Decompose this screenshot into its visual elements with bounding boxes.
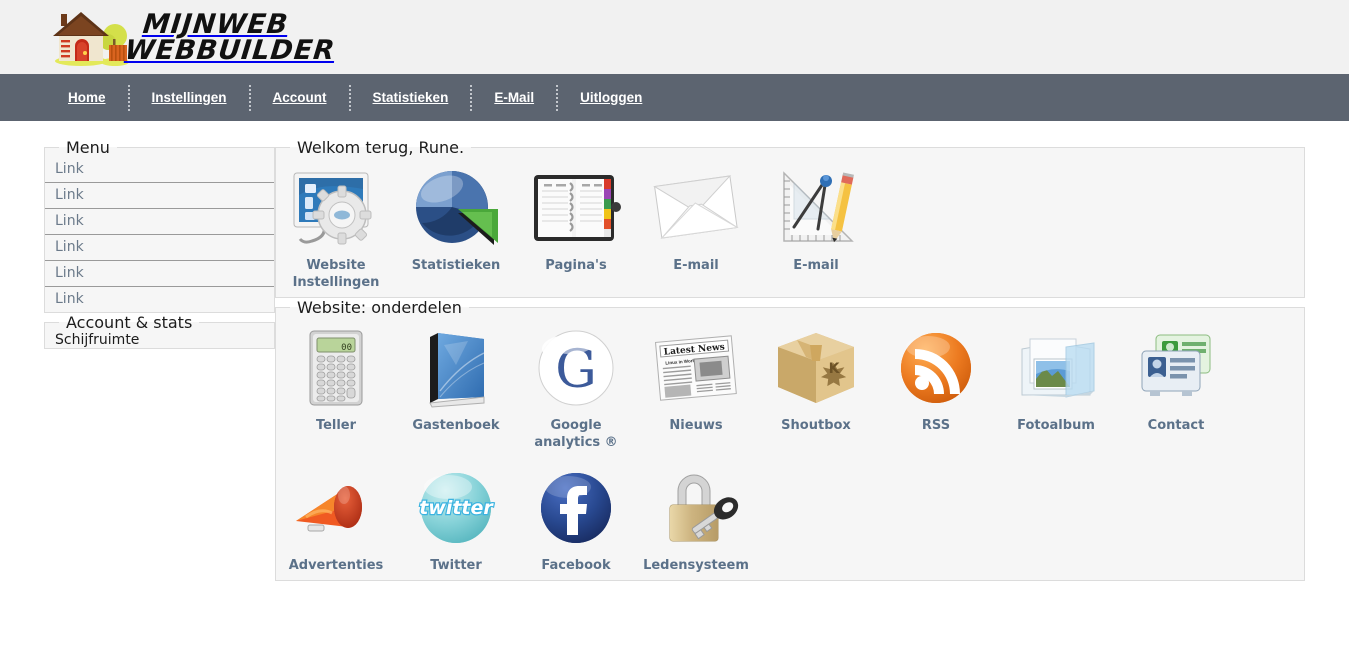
tile-label: Gastenboek	[412, 418, 500, 433]
sidebar: Menu Link Link Link Link Link Link Accou…	[0, 129, 275, 349]
blue-book-icon	[429, 333, 485, 408]
tile-label: Pagina's	[545, 258, 607, 273]
tile-email-1[interactable]: E-mail	[636, 157, 756, 297]
tile-label: Fotoalbum	[1017, 418, 1095, 433]
list-item[interactable]: Link	[45, 235, 274, 261]
menu-link-4[interactable]: Link	[55, 239, 84, 255]
tile-label: Website Instellingen	[292, 258, 380, 290]
tile-label: RSS	[921, 418, 951, 433]
tile-label: E-mail	[673, 258, 719, 273]
tile-email-2[interactable]: E-mail	[756, 157, 876, 297]
main-navigation: Home Instellingen Account Statistieken E…	[0, 74, 1349, 121]
onderdelen-legend: Website: onderdelen	[297, 298, 462, 317]
tile-google-analytics[interactable]: G Google analytics ®	[516, 317, 636, 457]
welcome-legend: Welkom terug, Rune.	[297, 138, 465, 157]
list-item[interactable]: Link	[45, 287, 274, 312]
tile-label: Twitter	[430, 558, 482, 573]
facebook-icon	[541, 473, 611, 543]
menu-link-6[interactable]: Link	[55, 291, 84, 307]
contact-card-icon	[1141, 334, 1211, 396]
list-item[interactable]: Link	[45, 209, 274, 235]
tile-website-instellingen[interactable]: Website Instellingen	[276, 157, 396, 297]
list-item[interactable]: Link	[45, 157, 274, 183]
newspaper-icon: Latest News Linux in World	[654, 335, 737, 401]
photo-folder-icon	[1021, 338, 1095, 398]
tile-ledensysteem[interactable]: Ledensysteem	[636, 457, 756, 580]
welcome-tile-grid: Website Instellingen Statistieken Pagina…	[276, 157, 1304, 297]
svg-text:00: 00	[341, 343, 352, 353]
menu-panel: Menu Link Link Link Link Link Link	[44, 138, 275, 313]
calculator-icon: 00	[309, 330, 363, 406]
tile-gastenboek[interactable]: Gastenboek	[396, 317, 516, 457]
tile-nieuws[interactable]: Latest News Linux in World Nieuws	[636, 317, 756, 457]
tile-label: Statistieken	[411, 258, 501, 273]
page-header: MIJNWEB WEBBUILDER	[0, 0, 1349, 74]
menu-link-list: Link Link Link Link Link Link	[45, 157, 274, 312]
padlock-key-icon	[669, 474, 739, 542]
tile-advertenties[interactable]: Advertenties	[276, 457, 396, 580]
tile-label: Teller	[315, 418, 357, 433]
tile-label: Contact	[1147, 418, 1205, 433]
logo-text: MIJNWEB WEBBUILDER	[123, 9, 336, 66]
tile-label: Google analytics ®	[534, 418, 618, 450]
tile-twitter[interactable]: twitter Twitter	[396, 457, 516, 580]
tile-statistieken[interactable]: Statistieken	[396, 157, 516, 297]
site-logo[interactable]: MIJNWEB WEBBUILDER	[45, 6, 337, 68]
tile-fotoalbum[interactable]: Fotoalbum	[996, 317, 1116, 457]
megaphone-icon	[296, 486, 362, 532]
tile-label: Facebook	[541, 558, 611, 573]
tile-facebook[interactable]: Facebook	[516, 457, 636, 580]
tile-label: Ledensysteem	[643, 558, 749, 573]
nav-item-statistieken[interactable]: Statistieken	[351, 74, 471, 121]
tile-label: Advertenties	[288, 558, 384, 573]
cardboard-box-icon: K	[778, 333, 854, 403]
monitor-gear-icon	[293, 172, 372, 245]
menu-link-2[interactable]: Link	[55, 187, 84, 203]
welcome-panel: Welkom terug, Rune. Website Instellingen…	[275, 138, 1305, 298]
menu-panel-legend: Menu	[66, 138, 110, 157]
menu-link-5[interactable]: Link	[55, 265, 84, 281]
logo-line-1: MIJNWEB	[141, 9, 291, 40]
nav-item-account[interactable]: Account	[251, 74, 349, 121]
nav-item-email[interactable]: E-Mail	[472, 74, 556, 121]
ring-binder-icon	[534, 175, 621, 241]
rss-feed-icon	[901, 333, 971, 403]
pie-chart-icon	[416, 171, 498, 245]
nav-item-uitloggen[interactable]: Uitloggen	[558, 74, 664, 121]
page-body: Menu Link Link Link Link Link Link Accou…	[0, 121, 1349, 581]
svg-text:twitter: twitter	[419, 497, 494, 519]
nav-item-home[interactable]: Home	[46, 74, 128, 121]
logo-line-2: WEBBUILDER	[123, 35, 337, 66]
tile-shoutbox[interactable]: K Shoutbox	[756, 317, 876, 457]
onderdelen-panel: Website: onderdelen 00 Teller Gastenboek…	[275, 298, 1305, 581]
list-item[interactable]: Link	[45, 183, 274, 209]
account-stats-panel: Account & stats Schijfruimte	[44, 313, 275, 349]
menu-link-1[interactable]: Link	[55, 161, 84, 177]
nav-item-instellingen[interactable]: Instellingen	[130, 74, 249, 121]
svg-text:K: K	[829, 361, 841, 377]
menu-link-3[interactable]: Link	[55, 213, 84, 229]
main-content: Welkom terug, Rune. Website Instellingen…	[275, 129, 1349, 581]
tile-rss[interactable]: RSS	[876, 317, 996, 457]
tile-label: Nieuws	[669, 418, 723, 433]
onderdelen-tile-grid: 00 Teller Gastenboek G Google analytics …	[276, 317, 1304, 580]
tile-label: E-mail	[793, 258, 839, 273]
list-item[interactable]: Link	[45, 261, 274, 287]
tile-paginas[interactable]: Pagina's	[516, 157, 636, 297]
google-g-icon: G	[538, 330, 614, 406]
tile-contact[interactable]: Contact	[1116, 317, 1236, 457]
tile-teller[interactable]: 00 Teller	[276, 317, 396, 457]
twitter-icon: twitter	[418, 473, 496, 543]
account-stats-legend: Account & stats	[66, 313, 193, 332]
stats-item-schijfruimte[interactable]: Schijfruimte	[45, 332, 274, 348]
envelope-icon	[653, 175, 739, 239]
tile-label: Shoutbox	[781, 418, 851, 433]
ruler-compass-pencil-icon	[783, 171, 854, 243]
